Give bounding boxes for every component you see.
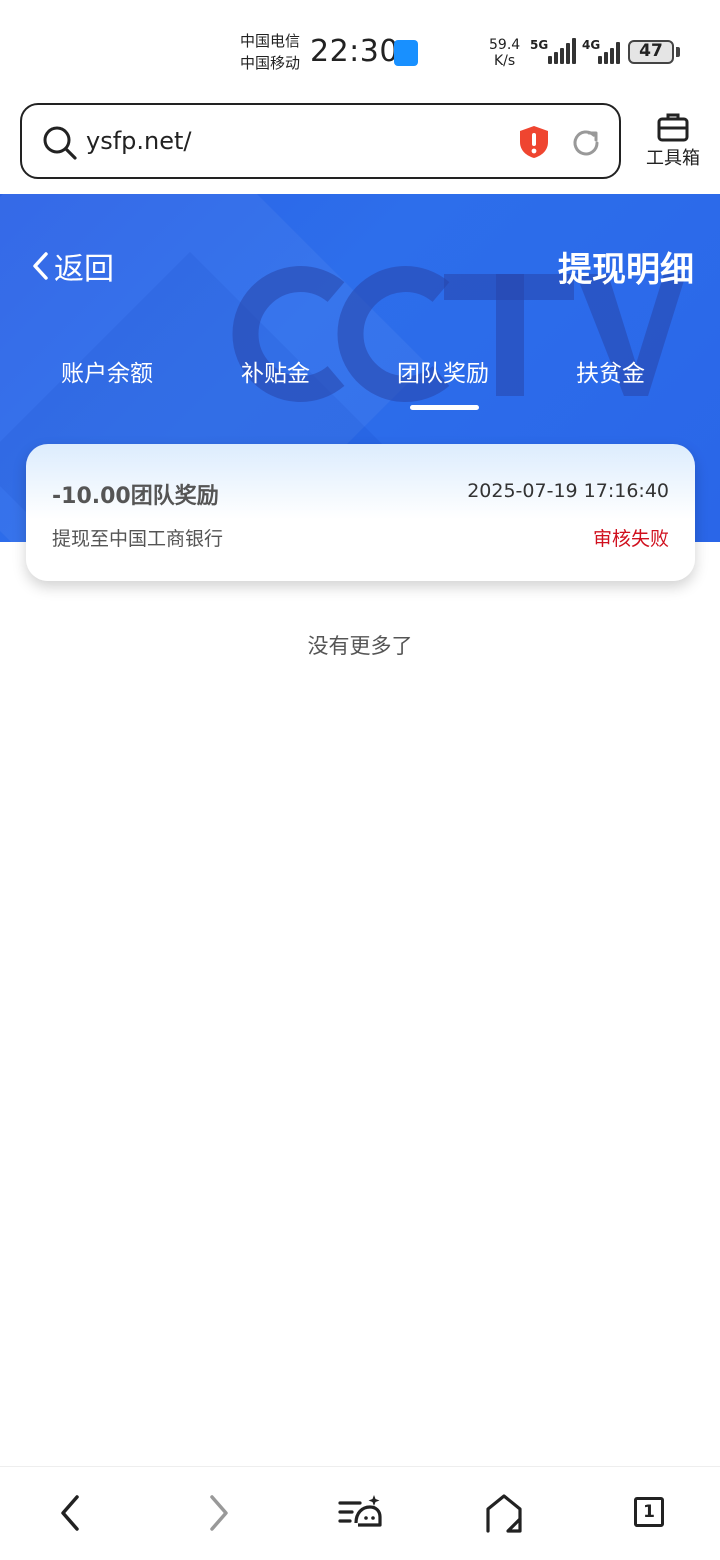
toolbox-label: 工具箱 [646,148,700,169]
signal-4g-label: 4G [582,38,601,52]
shield-alert-icon[interactable] [518,125,550,159]
battery-tip [676,47,680,57]
carrier-names: 中国电信 中国移动 [240,30,300,74]
record-description: 提现至中国工商银行 [52,528,224,550]
tab-poverty-fund[interactable]: 扶贫金 [576,354,645,388]
signal-5g-label: 5G [530,38,549,52]
carrier-2: 中国移动 [240,54,301,72]
record-status: 审核失败 [592,528,669,550]
menu-icon[interactable] [338,1491,382,1535]
forward-icon[interactable] [196,1491,240,1535]
tab-bar: 账户余额 补贴金 团队奖励 扶贫金 [0,354,720,414]
refresh-icon[interactable] [570,127,602,159]
carrier-1: 中国电信 [240,32,301,50]
tabs-button[interactable]: 1 [628,1491,672,1535]
tabs-icon: 1 [634,1497,664,1527]
search-icon [43,126,77,160]
battery-icon: 47 [628,40,674,64]
toolbox-icon [657,113,689,142]
no-more-text: 没有更多了 [307,634,413,658]
tab-team-reward[interactable]: 团队奖励 [397,354,489,388]
tab-account-balance[interactable]: 账户余额 [61,354,153,388]
back-button[interactable]: 返回 [30,244,114,288]
notification-app-icon [394,40,418,66]
record-time: 2025-07-19 17:16:40 [467,480,669,502]
active-tab-indicator [410,405,479,410]
page-title: 提现明细 [558,250,694,290]
home-icon[interactable] [482,1491,526,1535]
clock: 22:30 [310,34,399,69]
back-icon[interactable] [50,1491,94,1535]
browser-bottom-nav: 1 [0,1466,720,1560]
url-text[interactable]: ysfp.net/ [86,127,192,155]
status-bar: 中国电信 中国移动 22:30 59.4 K/s 5G 4G 47 [0,0,720,100]
network-speed-value: 59.4 [489,37,521,53]
network-speed-unit: K/s [493,53,516,69]
record-amount: -10.00团队奖励 [52,484,219,509]
signal-4g-icon: 4G [582,38,622,64]
chevron-left-icon [33,252,48,280]
signal-5g-icon: 5G [530,38,576,64]
withdrawal-record-card[interactable]: -10.00团队奖励 2025-07-19 17:16:40 提现至中国工商银行… [26,444,695,581]
address-bar[interactable]: ysfp.net/ [20,103,621,179]
tab-subsidy[interactable]: 补贴金 [241,354,310,388]
back-label: 返回 [54,252,114,287]
network-speed: 59.4 K/s [489,37,520,69]
toolbox-button[interactable]: 工具箱 [636,110,710,180]
